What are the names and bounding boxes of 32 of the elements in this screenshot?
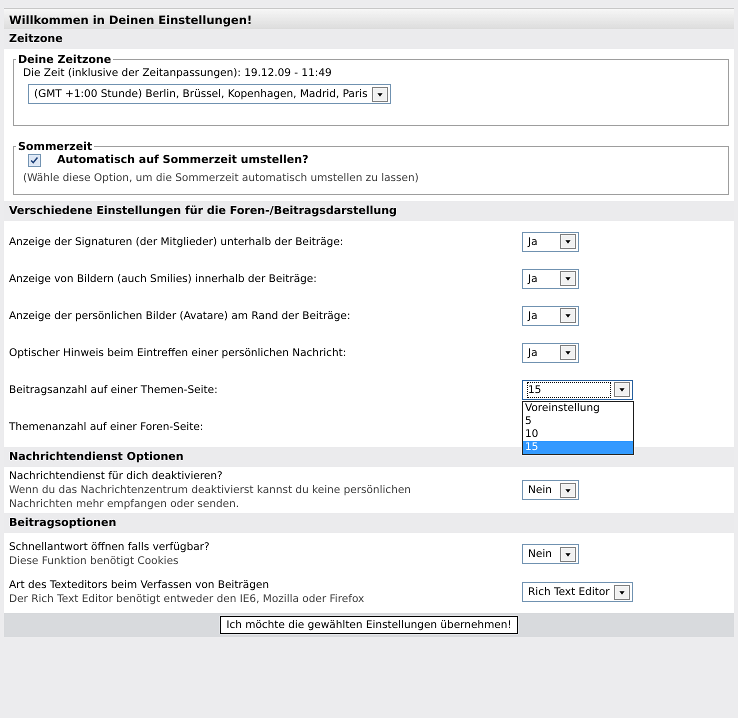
hint-text: Diese Funktion benötigt Cookies <box>9 554 180 568</box>
hint-text: (Wähle diese Option, um die Sommerzeit automatisch umstellen zu lassen) <box>23 171 420 186</box>
setting-label: Themenanzahl auf einer Foren-Seite: <box>9 420 204 434</box>
dropdown-option[interactable]: 10 <box>523 428 633 441</box>
hint-text: Wenn du das Nachrichtenzentrum deaktivierst kannst du keine persönlichen Nachrichten mehr empfangen oder senden. <box>9 483 412 512</box>
dropdown-option[interactable]: 5 <box>523 414 633 428</box>
dropdown-option[interactable]: Voreinstellung <box>523 402 633 415</box>
hint-text: Der Rich Text Editor benötigt entweder den IE6, Mozilla oder Firefox <box>9 592 366 606</box>
setting-label: Beitragsanzahl auf einer Themen-Seite: <box>9 382 219 397</box>
dropdown[interactable]: Ja <box>522 306 579 326</box>
setting-label: Schnellantwort öffnen falls verfügbar? <box>9 540 211 554</box>
checkbox-label: Automatisch auf Sommerzeit umstellen? <box>57 153 308 168</box>
checkbox[interactable] <box>28 154 41 167</box>
setting-label: Nachrichtendienst für dich deaktivieren? <box>9 469 224 484</box>
setting-label: Art des Texteditors beim Verfassen von Beiträgen <box>9 578 270 592</box>
setting-label: Anzeige der Signaturen (der Mitglieder) unterhalb der Beiträge: <box>9 234 344 249</box>
submit-button[interactable]: Ich möchte die gewählten Einstellungen übernehmen! <box>220 616 518 634</box>
dropdown[interactable]: Rich Text Editor <box>522 582 633 602</box>
setting-label: Anzeige von Bildern (auch Smilies) innerhalb der Beiträge: <box>9 272 318 286</box>
fieldset-legend: Deine Zeitzone <box>16 53 114 66</box>
page-title: Willkommen in Deinen Einstellungen! <box>4 8 734 29</box>
dropdown[interactable]: (GMT +1:00 Stunde) Berlin, Brüssel, Kopenhagen, Madrid, Paris <box>28 84 391 104</box>
setting-label: Optischer Hinweis beim Eintreffen einer persönlichen Nachricht: <box>9 346 348 360</box>
dropdown[interactable]: Nein <box>522 544 579 564</box>
setting-label: Anzeige der persönlichen Bilder (Avatare) am Rand der Beiträge: <box>9 308 352 323</box>
dropdown[interactable]: 15 <box>522 380 633 400</box>
dropdown[interactable]: Ja <box>522 232 579 252</box>
time-text: Die Zeit (inklusive der Zeitanpassungen): 19.12.09 - 11:49 <box>23 66 333 80</box>
dropdown[interactable]: Ja <box>522 342 579 363</box>
dropdown[interactable]: Nein <box>522 480 579 500</box>
dropdown[interactable]: Ja <box>522 268 579 289</box>
fieldset-legend: Sommerzeit <box>16 140 94 154</box>
